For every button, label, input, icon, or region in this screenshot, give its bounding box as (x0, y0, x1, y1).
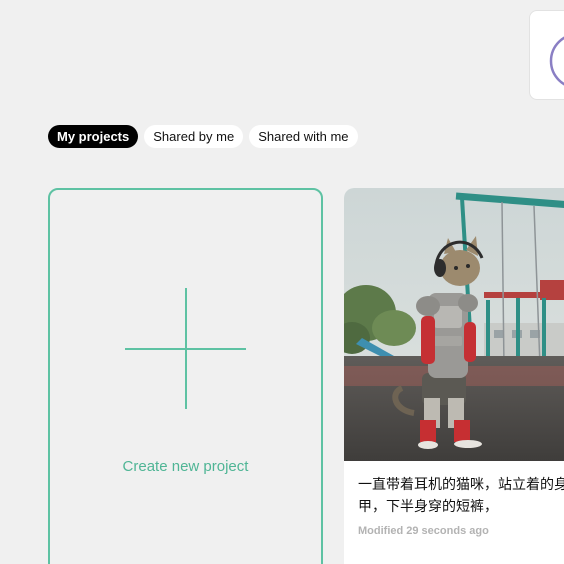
project-filter-tabs: My projects Shared by me Shared with me (48, 125, 358, 149)
project-card[interactable]: 一直带着耳机的猫咪，站立着的身穿着盔甲，下半身穿的短裤， Modified 29… (344, 188, 564, 564)
project-modified-time: Modified 29 seconds ago (358, 525, 489, 537)
app-logo[interactable] (529, 10, 564, 100)
project-description: 一直带着耳机的猫咪，站立着的身穿着盔甲，下半身穿的短裤， (358, 477, 564, 515)
create-new-project-label: Create new project (122, 458, 249, 475)
tab-my-projects[interactable]: My projects (48, 125, 139, 148)
plus-icon (125, 288, 246, 409)
project-thumbnail (344, 188, 564, 461)
app-logo-icon (549, 36, 564, 86)
create-new-project-card[interactable]: Create new project (48, 188, 323, 564)
projects-page: My projects Shared by me Shared with me … (0, 0, 564, 564)
tab-shared-with-me[interactable]: Shared with me (249, 125, 358, 148)
tab-shared-by-me[interactable]: Shared by me (144, 125, 244, 148)
